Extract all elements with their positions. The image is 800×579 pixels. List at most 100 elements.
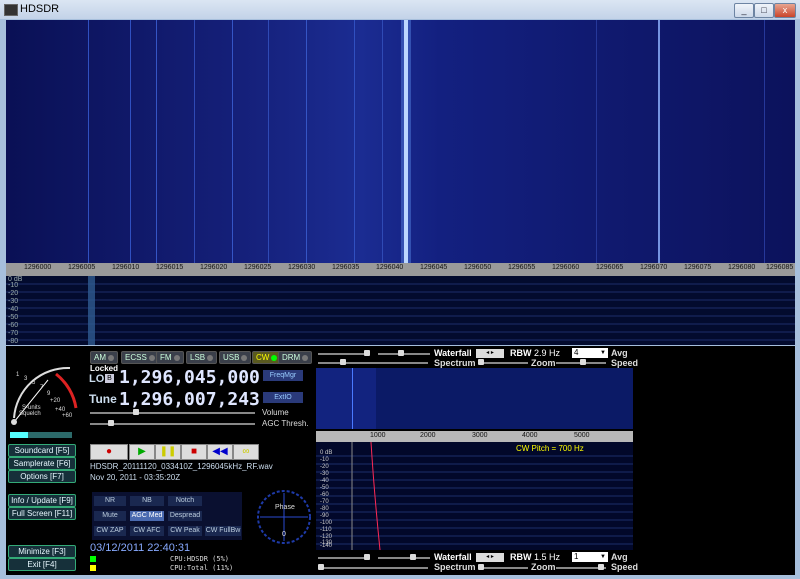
slider-knob[interactable]	[364, 554, 370, 560]
freq-tick: 1296065	[596, 264, 624, 271]
cw-fullbw-button[interactable]: CW FullBw	[205, 526, 241, 536]
maximize-window-button[interactable]: □	[754, 3, 774, 18]
waterfall-spin-button[interactable]: ◂ ▸	[476, 349, 504, 358]
stop-button[interactable]: ■	[181, 444, 207, 460]
cw-zap-button[interactable]: CW ZAP	[94, 526, 126, 536]
avg-label: Avg	[611, 348, 628, 358]
notch-button[interactable]: Notch	[168, 496, 202, 506]
waterfall-label: Waterfall	[434, 348, 472, 358]
rewind-button[interactable]: ◀◀	[207, 444, 233, 460]
audio-avg-select[interactable]: 1 ▼	[572, 552, 608, 562]
nb-button[interactable]: NB	[130, 496, 164, 506]
extio-button[interactable]: ExtIO	[263, 392, 303, 403]
mode-cw-button[interactable]: CW	[252, 351, 282, 364]
tune-frequency[interactable]: 1,296,007,243	[119, 389, 260, 410]
db-label: -70	[8, 330, 19, 337]
slider-knob[interactable]	[598, 564, 604, 570]
cw-peak-button[interactable]: CW Peak	[168, 526, 202, 536]
freqmgr-button[interactable]: FreqMgr	[263, 370, 303, 381]
soundcard-button[interactable]: Soundcard [F5]	[8, 444, 76, 457]
app-icon	[4, 4, 18, 16]
zoom-slider[interactable]	[478, 362, 528, 364]
freq-tick: 1296020	[200, 264, 228, 271]
smeter-scale: 7	[40, 385, 44, 391]
close-window-button[interactable]: x	[774, 3, 796, 18]
smeter-scale: 5	[32, 380, 36, 386]
squelch-label: Squelch	[19, 411, 41, 417]
spectrum-slider[interactable]	[318, 362, 428, 364]
lo-frequency[interactable]: 1,296,045,000	[119, 367, 260, 388]
freq-tick: 1296025	[244, 264, 272, 271]
audio-zoom-slider[interactable]	[478, 567, 528, 569]
slider-knob[interactable]	[580, 359, 586, 365]
options-button[interactable]: Options [F7]	[8, 470, 76, 483]
zoom-db-label: 0 dB	[320, 450, 333, 456]
despread-button[interactable]: Despread	[168, 511, 202, 521]
led-icon	[148, 354, 155, 361]
waterfall-display[interactable]	[6, 20, 795, 263]
audio-spectrum-slider[interactable]	[318, 567, 428, 569]
agc-threshold-slider-knob[interactable]	[108, 420, 114, 426]
lo-b-button[interactable]: B	[105, 374, 114, 383]
agc-med-button[interactable]: AGC Med	[130, 511, 164, 521]
slider-knob[interactable]	[478, 564, 484, 570]
avg-select[interactable]: 4 ▼	[572, 348, 608, 358]
slider-knob[interactable]	[410, 554, 416, 560]
zoom-axis-tick: 4000	[522, 432, 538, 439]
zoom-axis-tick: 5000	[574, 432, 590, 439]
mode-ecss-button[interactable]: ECSS	[121, 351, 159, 364]
agc-threshold-slider[interactable]	[90, 423, 255, 425]
mode-am-button[interactable]: AM	[90, 351, 118, 364]
waterfall-contrast-slider[interactable]	[378, 353, 430, 355]
mode-usb-button[interactable]: USB	[219, 351, 252, 364]
freq-tick: 1296040	[376, 264, 404, 271]
frequency-axis[interactable]: 1296000 1296005 1296010 1296015 1296020 …	[6, 263, 795, 276]
mode-fm-button[interactable]: FM	[156, 351, 184, 364]
zoom-spectrum-display[interactable]: 1000 2000 3000 4000 5000 CW Pitch = 700 …	[316, 431, 633, 550]
audio-waterfall-contrast-slider[interactable]	[378, 557, 430, 559]
mute-button[interactable]: Mute	[94, 511, 126, 521]
audio-waterfall-level-slider[interactable]	[318, 557, 370, 559]
zoom-db-label: -140	[320, 543, 333, 549]
volume-slider[interactable]	[90, 412, 255, 414]
samplerate-button[interactable]: Samplerate [F6]	[8, 457, 76, 470]
minimize-button[interactable]: Minimize [F3]	[8, 545, 76, 558]
led-icon	[302, 354, 309, 361]
audio-spectrum-label: Spectrum	[434, 562, 476, 572]
slider-knob[interactable]	[398, 350, 404, 356]
cw-afc-button[interactable]: CW AFC	[130, 526, 164, 536]
title-bar[interactable]	[0, 0, 800, 20]
pause-button[interactable]: ❚❚	[155, 444, 181, 460]
freq-tick: 1296080	[728, 264, 756, 271]
freq-tick: 1296010	[112, 264, 140, 271]
play-button[interactable]: ▶	[129, 444, 155, 460]
exit-button[interactable]: Exit [F4]	[8, 558, 76, 571]
led-icon	[271, 354, 278, 361]
spectrum-display[interactable]: 0 dB -10 -20 -30 -40 -50 -60 -70 -80	[6, 276, 795, 345]
zoom-db-label: -100	[320, 520, 333, 526]
record-icon: ●	[105, 446, 113, 457]
mode-lsb-button[interactable]: LSB	[186, 351, 218, 364]
cpu-total-bar	[90, 565, 96, 571]
zoom-waterfall-display[interactable]	[316, 368, 633, 429]
slider-knob[interactable]	[478, 359, 484, 365]
rbw-label: RBW	[510, 348, 532, 358]
audio-rbw-label: RBW	[510, 552, 532, 562]
mode-drm-button[interactable]: DRM	[278, 351, 313, 364]
audio-waterfall-spin-button[interactable]: ◂ ▸	[476, 553, 504, 562]
volume-slider-knob[interactable]	[133, 409, 139, 415]
zoom-db-label: -40	[320, 478, 329, 484]
minimize-window-button[interactable]: _	[734, 3, 754, 18]
record-button[interactable]: ●	[90, 444, 128, 460]
slider-knob[interactable]	[340, 359, 346, 365]
waterfall-level-slider[interactable]	[318, 353, 370, 355]
full-screen-button[interactable]: Full Screen [F11]	[8, 507, 76, 520]
nr-button[interactable]: NR	[94, 496, 126, 506]
slider-knob[interactable]	[318, 564, 324, 570]
waterfall-canvas	[6, 20, 795, 263]
slider-knob[interactable]	[364, 350, 370, 356]
loop-button[interactable]: ∞	[233, 444, 259, 460]
info-update-button[interactable]: Info / Update [F9]	[8, 494, 76, 507]
cpu-hdsdr-bar	[90, 556, 96, 562]
zoom-label: Zoom	[531, 358, 556, 368]
